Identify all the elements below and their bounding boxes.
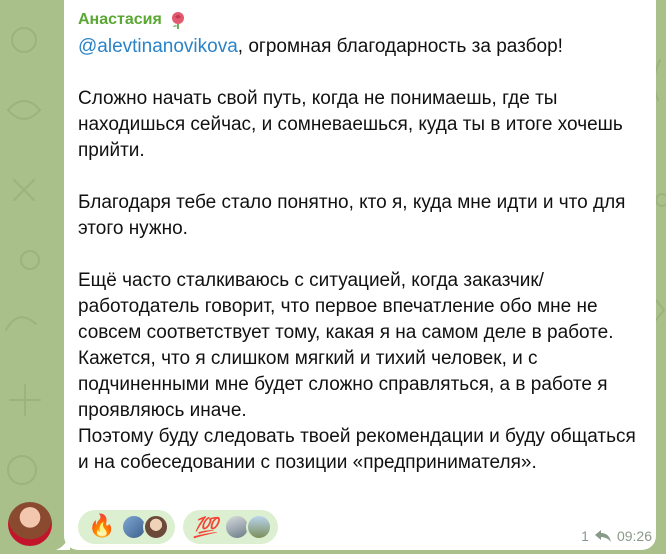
fire-emoji: 🔥 xyxy=(88,514,116,539)
reactions-bar: 🔥 💯 xyxy=(78,510,279,544)
message-first-line: @alevtinanovikova, огромная благодарност… xyxy=(78,34,648,60)
mention-link[interactable]: @alevtinanovikova xyxy=(78,36,238,57)
reactor-avatar xyxy=(143,514,170,540)
hundred-emoji: 💯 xyxy=(193,515,219,539)
reaction-hundred[interactable]: 💯 xyxy=(183,510,279,544)
message-paragraph: Сложно начать свой путь, когда не понима… xyxy=(78,88,629,161)
reactor-avatar xyxy=(246,514,273,540)
rose-icon xyxy=(171,12,184,29)
reply-count[interactable]: 1 xyxy=(581,528,589,544)
message-text: @alevtinanovikova, огромная благодарност… xyxy=(78,34,648,476)
reaction-fire[interactable]: 🔥 xyxy=(78,510,176,544)
sender-name-label: Анастасия xyxy=(78,11,162,28)
bubble-tail xyxy=(56,534,70,550)
message-paragraph: Ещё часто сталкиваюсь с ситуацией, когда… xyxy=(78,270,636,473)
first-line-text: , огромная благодарность за разбор! xyxy=(237,36,563,57)
reply-icon[interactable] xyxy=(594,530,611,542)
message-meta: 1 09:26 xyxy=(581,528,652,544)
sender-name[interactable]: Анастасия xyxy=(78,10,188,30)
message-paragraph: Благодаря тебе стало понятно, кто я, куд… xyxy=(78,192,631,239)
message-time: 09:26 xyxy=(616,528,652,544)
avatar[interactable] xyxy=(8,502,52,546)
